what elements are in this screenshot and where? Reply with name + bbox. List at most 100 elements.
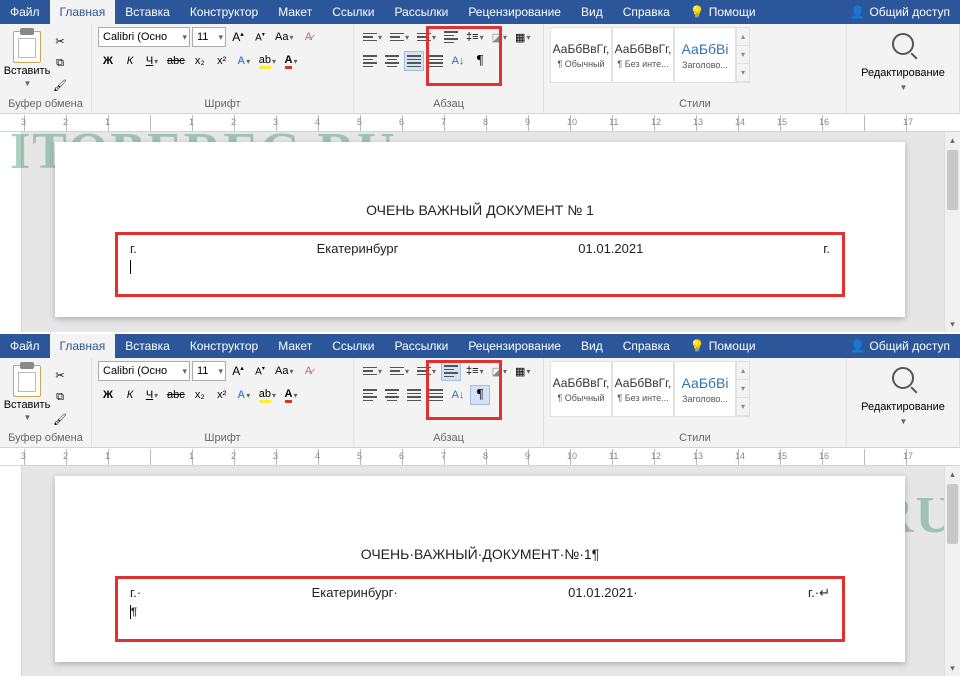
underline-button[interactable]: Ч▾ [142,51,162,71]
font-size-select[interactable]: 11 [192,361,226,381]
underline-button[interactable]: Ч▾ [142,385,162,405]
paste-button[interactable]: Вставить ▼ [6,27,48,93]
subscript-button[interactable]: x₂ [190,51,210,71]
scroll-up[interactable]: ▴ [945,466,960,482]
share-button[interactable]: 👤Общий доступ [840,0,960,24]
vertical-ruler[interactable] [0,132,22,332]
page[interactable]: ОЧЕНЬ·ВАЖНЫЙ·ДОКУМЕНТ·№·1¶ г.· Екатеринб… [55,476,905,662]
align-left-button-2[interactable] [360,51,380,71]
clear-formatting-button[interactable]: A̷ [298,361,318,381]
borders-button[interactable]: ▦▾ [512,361,533,381]
change-case-button[interactable]: Aa▾ [272,27,296,47]
align-left-button-2[interactable] [360,385,380,405]
align-left-button[interactable] [441,361,461,381]
styles-more[interactable]: ▴▾▾ [736,361,750,417]
scroll-down[interactable]: ▾ [945,316,960,332]
tab-view[interactable]: Вид [571,0,613,24]
style-nospacing[interactable]: АаБбВвГг,¶ Без инте... [612,27,674,83]
style-nospacing[interactable]: АаБбВвГг,¶ Без инте... [612,361,674,417]
tab-help[interactable]: Справка [613,334,680,358]
shrink-font-button[interactable]: A▾ [250,27,270,47]
tab-layout[interactable]: Макет [268,334,322,358]
sort-button[interactable]: A↓ [448,51,468,71]
bold-button[interactable]: Ж [98,385,118,405]
find-button[interactable] [892,33,914,55]
borders-button[interactable]: ▦▾ [512,27,533,47]
horizontal-ruler[interactable]: 3211234567891011121314151617 [0,448,960,466]
distributed-button[interactable] [426,51,446,71]
font-name-select[interactable]: Calibri (Осно [98,27,190,47]
cut-button[interactable]: ✂ [50,365,70,385]
tab-tellme[interactable]: 💡Помощи [680,334,766,358]
tab-view[interactable]: Вид [571,334,613,358]
tab-design[interactable]: Конструктор [180,0,268,24]
strike-button[interactable]: abc [164,51,188,71]
tab-references[interactable]: Ссылки [322,0,384,24]
tab-review[interactable]: Рецензирование [458,334,571,358]
find-button[interactable] [892,367,914,389]
shrink-font-button[interactable]: A▾ [250,361,270,381]
format-painter-button[interactable]: 🖌 [50,75,70,95]
copy-button[interactable]: ⧉ [50,387,70,407]
multilevel-button[interactable]: ▾ [414,361,439,381]
clear-formatting-button[interactable]: A̷ [298,27,318,47]
align-justify-button[interactable] [404,51,424,71]
tab-file[interactable]: Файл [0,0,50,24]
align-center-button[interactable] [382,385,402,405]
show-marks-button[interactable]: ¶ [470,51,490,71]
highlight-button[interactable]: ab▾ [256,51,279,71]
tab-mailings[interactable]: Рассылки [384,334,458,358]
line-spacing-button[interactable]: ‡≡▾ [463,27,487,47]
grow-font-button[interactable]: A▴ [228,27,248,47]
editing-label[interactable]: Редактирование [861,67,945,79]
change-case-button[interactable]: Aa▾ [272,361,296,381]
tab-tellme[interactable]: 💡Помощи [680,0,766,24]
italic-button[interactable]: К [120,51,140,71]
shading-button[interactable]: ◪▾ [489,27,510,47]
font-size-select[interactable]: 11 [192,27,226,47]
vertical-scrollbar[interactable]: ▴ ▾ [944,132,960,332]
tab-home[interactable]: Главная [50,334,116,358]
subscript-button[interactable]: x₂ [190,385,210,405]
multilevel-button[interactable]: ▾ [414,27,439,47]
scroll-down[interactable]: ▾ [945,660,960,676]
bold-button[interactable]: Ж [98,51,118,71]
style-normal[interactable]: АаБбВвГг,¶ Обычный [550,27,612,83]
paste-button[interactable]: Вставить ▼ [6,361,48,427]
tab-mailings[interactable]: Рассылки [384,0,458,24]
tab-home[interactable]: Главная [50,0,116,24]
numbering-button[interactable]: ▾ [387,361,412,381]
numbering-button[interactable]: ▾ [387,27,412,47]
copy-button[interactable]: ⧉ [50,53,70,73]
style-heading1[interactable]: АаБбВіЗаголово... [674,361,736,417]
italic-button[interactable]: К [120,385,140,405]
tab-references[interactable]: Ссылки [322,334,384,358]
tab-layout[interactable]: Макет [268,0,322,24]
superscript-button[interactable]: x² [212,385,232,405]
styles-more[interactable]: ▴▾▾ [736,27,750,83]
shading-button[interactable]: ◪▾ [489,361,510,381]
bullets-button[interactable]: ▾ [360,361,385,381]
superscript-button[interactable]: x² [212,51,232,71]
tab-file[interactable]: Файл [0,334,50,358]
share-button[interactable]: 👤Общий доступ [840,334,960,358]
font-color-button[interactable]: A▾ [281,385,301,405]
align-center-button[interactable] [382,51,402,71]
page[interactable]: ОЧЕНЬ ВАЖНЫЙ ДОКУМЕНТ № 1 г. Екатеринбур… [55,142,905,317]
cut-button[interactable]: ✂ [50,31,70,51]
vertical-scrollbar[interactable]: ▴ ▾ [944,466,960,676]
text-effects-button[interactable]: A▾ [234,385,254,405]
highlight-button[interactable]: ab▾ [256,385,279,405]
strike-button[interactable]: abc [164,385,188,405]
text-effects-button[interactable]: A▾ [234,51,254,71]
show-marks-button[interactable]: ¶ [470,385,490,405]
line-spacing-button[interactable]: ‡≡▾ [463,361,487,381]
scroll-thumb[interactable] [947,484,958,544]
tab-insert[interactable]: Вставка [115,334,180,358]
scroll-thumb[interactable] [947,150,958,210]
sort-button[interactable]: A↓ [448,385,468,405]
align-left-button[interactable] [441,27,461,47]
font-name-select[interactable]: Calibri (Осно [98,361,190,381]
editing-label[interactable]: Редактирование [861,401,945,413]
vertical-ruler[interactable] [0,466,22,676]
